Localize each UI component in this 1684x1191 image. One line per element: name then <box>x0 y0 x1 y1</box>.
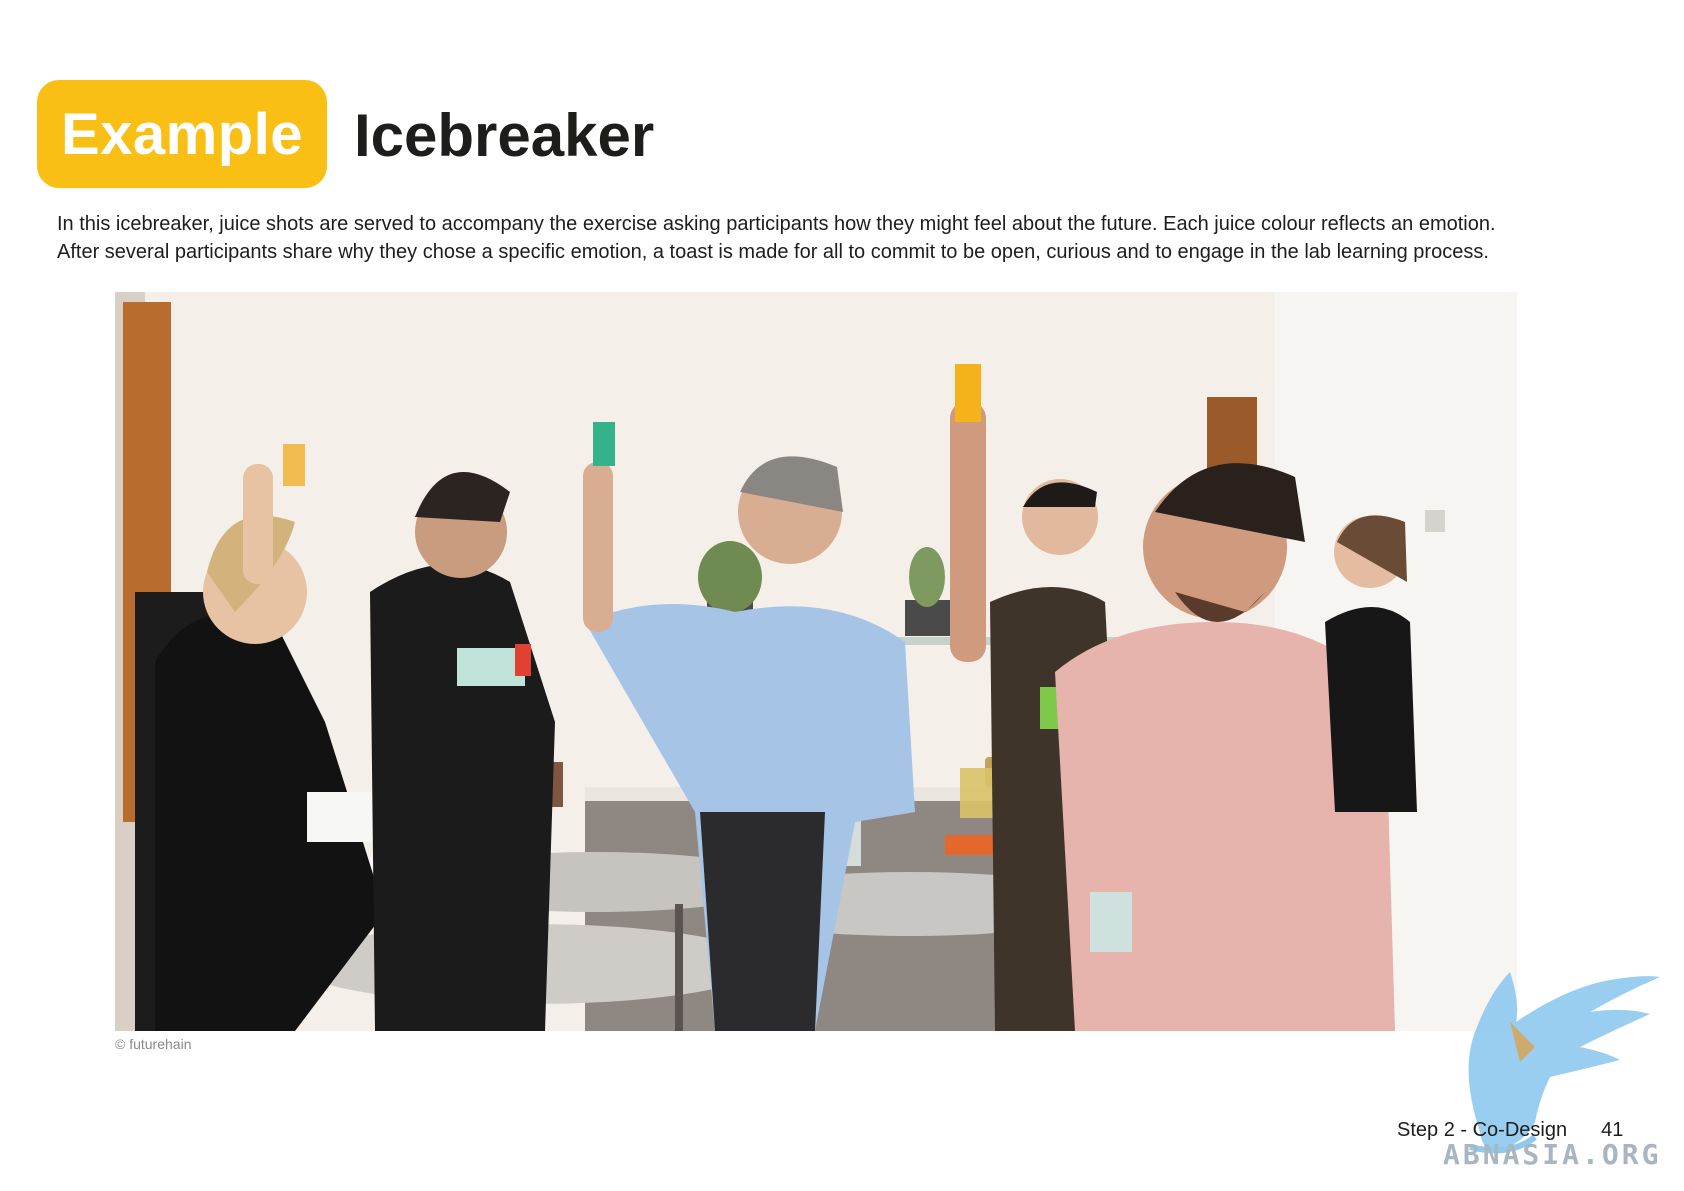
photo-credit: © futurehain <box>115 1036 192 1052</box>
watermark-text: ABNASIA.ORG <box>1443 1138 1662 1171</box>
icebreaker-photo <box>115 292 1517 1031</box>
intro-line-1: In this icebreaker, juice shots are serv… <box>57 213 1496 235</box>
example-badge-label: Example <box>60 101 304 167</box>
intro-line-2: After several participants share why the… <box>57 241 1489 263</box>
page-title: Icebreaker <box>354 102 655 169</box>
intro-paragraph: In this icebreaker, juice shots are serv… <box>57 210 1617 266</box>
example-badge: Example <box>37 80 327 188</box>
photo-illustration <box>115 292 1517 1031</box>
